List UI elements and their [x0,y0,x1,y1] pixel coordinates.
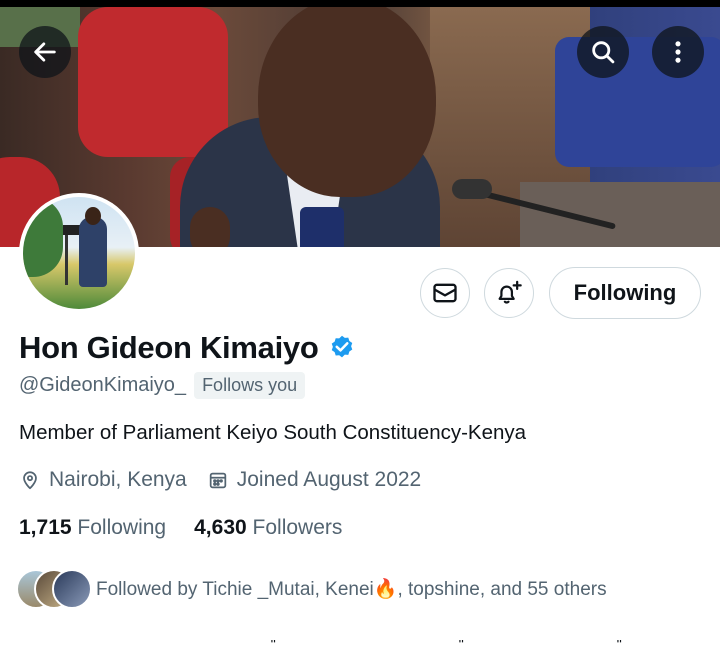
followed-by-prefix: Followed by Tichie _Mutai, Kenei [96,579,374,600]
location-pin-icon [23,471,37,490]
profile-avatar[interactable] [19,193,139,313]
verified-badge-icon[interactable] [328,334,356,362]
follows-you-badge: Follows you [194,372,306,399]
banner-head [258,7,436,197]
followed-by-suffix: , topshine, and 55 others [397,579,607,600]
search-button[interactable] [577,26,629,78]
svg-text:": " [270,640,276,648]
back-button[interactable] [19,26,71,78]
more-options-button[interactable] [652,26,704,78]
following-stat[interactable]: 1,715 Following [19,516,166,540]
followers-count: 4,630 [194,516,247,539]
followers-label: Followers [252,516,343,539]
following-button[interactable]: Following [549,267,701,319]
fire-emoji: 🔥 [373,579,398,600]
status-bar-edge [0,0,720,7]
arrow-left-icon [34,42,56,62]
banner-microphone [452,179,492,199]
calendar-icon [209,472,226,489]
follow-stats: 1,715 Following 4,630 Followers [19,516,370,540]
svg-text:": " [458,640,464,648]
envelope-icon [433,283,457,303]
tabs-row-edge: " " " [270,640,622,648]
svg-text:": " [616,640,622,648]
profile-bio: Member of Parliament Keiyo South Constit… [19,421,527,444]
profile-name: Hon Gideon Kimaiyo [19,330,319,365]
joined-item: Joined August 2022 [207,468,422,492]
message-button[interactable] [420,268,470,318]
banner-hand [190,207,230,247]
profile-meta: Nairobi, Kenya Joined August 2022 [19,468,441,492]
followed-by-text: Followed by Tichie _Mutai, Kenei🔥, topsh… [96,577,607,601]
avatar-photo-person [79,217,107,287]
location-text: Nairobi, Kenya [49,468,187,491]
bell-plus-icon [498,280,522,304]
avatar-photo-head [85,207,101,225]
banner-desk [520,182,720,247]
banner-red-seat [78,7,228,157]
handle-row: @GideonKimaiyo_ Follows you [19,372,306,399]
banner-tie [300,207,344,247]
following-label: Following [77,516,167,539]
location-item: Nairobi, Kenya [19,468,187,492]
notifications-button[interactable] [484,268,534,318]
following-count: 1,715 [19,516,72,539]
avatar-photo-tripod [65,235,68,285]
more-vertical-icon [675,41,681,63]
joined-text: Joined August 2022 [236,468,422,491]
followers-stat[interactable]: 4,630 Followers [194,516,342,540]
avatar [52,569,92,609]
avatar-photo [23,197,135,309]
profile-handle: @GideonKimaiyo_ [19,374,187,396]
follower-avatars [16,569,92,609]
avatar-photo-tree [23,197,63,277]
search-icon [592,41,615,64]
profile-name-row: Hon Gideon Kimaiyo [19,330,356,366]
followed-by-row[interactable]: Followed by Tichie _Mutai, Kenei🔥, topsh… [16,569,607,609]
